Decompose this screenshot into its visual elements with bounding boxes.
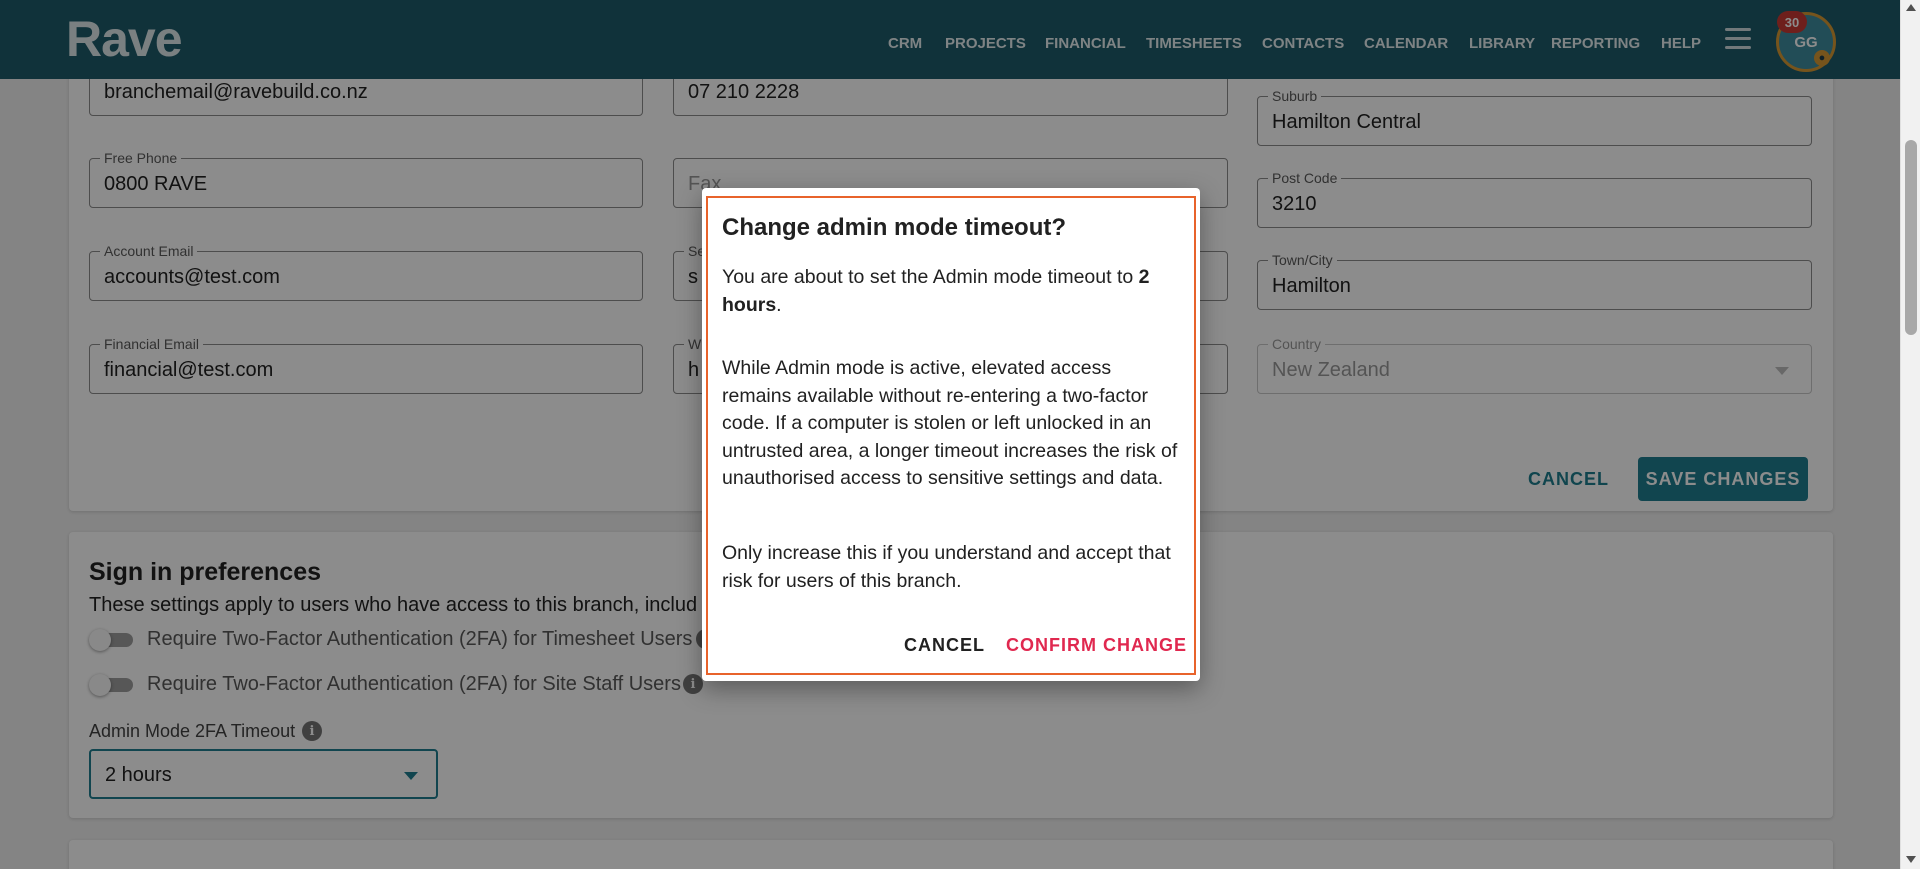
change-timeout-dialog: Change admin mode timeout? You are about… — [702, 188, 1200, 681]
scroll-down-icon[interactable] — [1906, 856, 1916, 863]
scrollbar-thumb[interactable] — [1905, 140, 1917, 335]
page-scrollbar[interactable] — [1900, 0, 1920, 869]
dialog-title: Change admin mode timeout? — [722, 214, 1067, 241]
dialog-cancel-button[interactable]: CANCEL — [904, 635, 985, 656]
dialog-timeout-message: You are about to set the Admin mode time… — [722, 266, 1150, 316]
dialog-accept-message: Only increase this if you understand and… — [722, 542, 1171, 592]
dialog-focus-border: Change admin mode timeout? You are about… — [706, 196, 1196, 675]
confirm-change-button[interactable]: CONFIRM CHANGE — [1006, 635, 1187, 656]
scroll-up-icon[interactable] — [1906, 4, 1916, 11]
dialog-risk-message: While Admin mode is active, elevated acc… — [722, 357, 1178, 489]
